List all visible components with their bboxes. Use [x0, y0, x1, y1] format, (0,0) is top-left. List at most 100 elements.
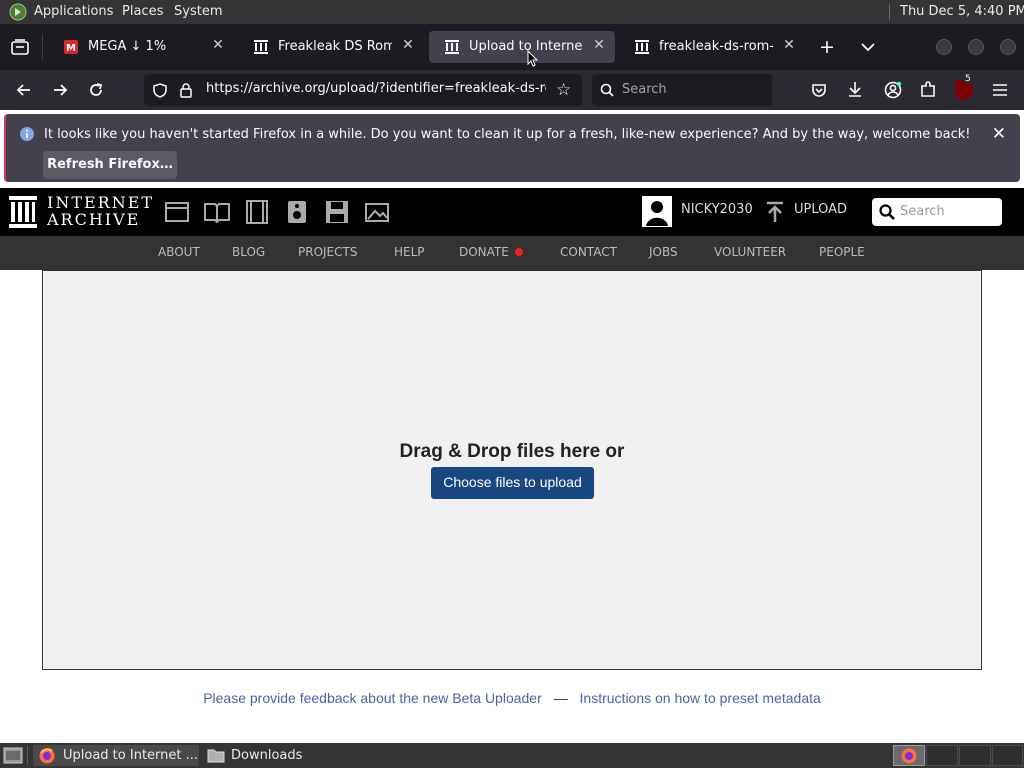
- nav-projects[interactable]: PROJECTS: [298, 245, 357, 259]
- archive-icon: [445, 40, 459, 54]
- tab-label: MEGA ↓ 1%: [88, 39, 167, 54]
- texts-media-icon[interactable]: [204, 201, 230, 223]
- nav-people[interactable]: PEOPLE: [819, 245, 865, 259]
- username[interactable]: NICKY2030: [681, 202, 753, 217]
- logo-line-internet: INTERNET: [47, 193, 155, 212]
- taskbar-label: Downloads: [231, 748, 303, 763]
- maximize-window-button[interactable]: [968, 39, 984, 55]
- choose-files-button[interactable]: Choose files to upload: [431, 467, 594, 499]
- preset-metadata-instructions-link[interactable]: Instructions on how to preset metadata: [580, 690, 821, 706]
- upload-drop-zone[interactable]: Drag & Drop files here or Choose files t…: [42, 270, 982, 670]
- nav-contact[interactable]: CONTACT: [560, 245, 617, 259]
- logo-line-archive: ARCHIVE: [47, 210, 141, 229]
- tracking-shield-icon[interactable]: [153, 83, 167, 98]
- forward-arrow-icon[interactable]: [52, 82, 68, 98]
- close-icon[interactable]: ✕: [781, 37, 797, 53]
- video-media-icon[interactable]: [245, 200, 269, 224]
- workspace-1[interactable]: [893, 745, 925, 766]
- software-media-icon[interactable]: [325, 200, 349, 224]
- nav-about[interactable]: ABOUT: [158, 245, 200, 259]
- user-avatar-icon[interactable]: [642, 196, 672, 227]
- tab-freakleak-item[interactable]: freakleak-ds-rom-coll ✕: [619, 31, 805, 63]
- new-tab-plus-icon[interactable]: +: [819, 38, 835, 57]
- web-media-icon[interactable]: [165, 201, 189, 223]
- url-text[interactable]: https://archive.org/upload/?identifier=f…: [206, 81, 546, 96]
- lock-icon[interactable]: [180, 83, 192, 98]
- bookmark-star-icon[interactable]: ☆: [556, 82, 571, 99]
- archive-icon: [635, 40, 649, 54]
- close-icon[interactable]: ✕: [591, 37, 607, 53]
- pocket-icon[interactable]: [811, 82, 827, 98]
- close-window-button[interactable]: [1000, 39, 1016, 55]
- taskbar-item-firefox[interactable]: Upload to Internet ...: [33, 745, 199, 766]
- tab-upload-active[interactable]: Upload to Internet Ar ✕: [429, 31, 615, 63]
- nav-blog[interactable]: BLOG: [232, 245, 265, 259]
- system-logo-icon[interactable]: [8, 3, 28, 21]
- downloads-icon[interactable]: [847, 81, 863, 98]
- refresh-firefox-button[interactable]: Refresh Firefox…: [43, 151, 177, 179]
- panel-separator: [889, 4, 890, 20]
- search-placeholder: Search: [622, 82, 667, 97]
- archive-icon: [254, 40, 268, 54]
- tab-strip: M MEGA ↓ 1% ✕ Freakleak DS Rom Col ✕ Upl…: [0, 24, 1024, 70]
- show-desktop-icon[interactable]: [3, 747, 23, 764]
- tab-freakleak-collection[interactable]: Freakleak DS Rom Col ✕: [238, 31, 424, 63]
- browser-search-input[interactable]: Search: [592, 74, 772, 106]
- images-media-icon[interactable]: [365, 201, 391, 223]
- taskbar-item-downloads[interactable]: Downloads: [203, 745, 343, 766]
- desktop-screen: Applications Places System Thu Dec 5, 4:…: [0, 0, 1024, 768]
- mouse-cursor-icon: [527, 50, 539, 67]
- close-icon[interactable]: ✕: [210, 37, 226, 53]
- drop-zone-prompt: Drag & Drop files here or: [399, 441, 625, 462]
- reload-icon[interactable]: [88, 82, 104, 98]
- site-header: INTERNET ARCHIVE NICKY2030 UPLOAD Search: [0, 188, 1024, 236]
- account-icon[interactable]: [884, 81, 902, 99]
- nav-help[interactable]: HELP: [394, 245, 425, 259]
- navigation-toolbar: https://archive.org/upload/?identifier=f…: [0, 70, 1024, 110]
- ublock-extension-icon[interactable]: 5: [955, 74, 973, 100]
- system-menu[interactable]: System: [174, 4, 222, 19]
- info-icon: [20, 127, 34, 141]
- audio-media-icon[interactable]: [287, 200, 307, 224]
- upload-arrow-icon[interactable]: [766, 201, 784, 223]
- nav-volunteer[interactable]: VOLUNTEER: [714, 245, 786, 259]
- site-logo-text[interactable]: INTERNET ARCHIVE: [47, 194, 154, 228]
- back-arrow-icon[interactable]: [16, 82, 32, 98]
- extensions-puzzle-icon[interactable]: [920, 81, 937, 98]
- search-icon: [879, 204, 895, 220]
- tab-label: freakleak-ds-rom-coll: [659, 39, 773, 54]
- workspace-4[interactable]: [992, 745, 1023, 766]
- firefox-icon: [39, 748, 55, 764]
- tab-divider: [42, 34, 43, 60]
- workspace-3[interactable]: [959, 745, 991, 766]
- mega-icon: M: [64, 40, 78, 54]
- folder-icon: [207, 749, 225, 763]
- applications-menu[interactable]: Applications: [34, 4, 113, 19]
- workspace-2[interactable]: [926, 745, 958, 766]
- close-icon[interactable]: ✕: [992, 124, 1006, 144]
- workspace-switcher[interactable]: [893, 745, 1023, 766]
- tab-list-chevron-icon[interactable]: [861, 42, 875, 52]
- nav-donate[interactable]: DONATE: [459, 245, 509, 259]
- hamburger-menu-icon[interactable]: [992, 83, 1008, 97]
- archive-logo-icon[interactable]: [9, 196, 37, 228]
- site-search-input[interactable]: Search: [872, 198, 1002, 226]
- clock[interactable]: Thu Dec 5, 4:40 PM: [900, 4, 1024, 19]
- tab-mega[interactable]: M MEGA ↓ 1% ✕: [48, 31, 234, 63]
- nav-jobs[interactable]: JOBS: [649, 245, 678, 259]
- search-icon: [600, 83, 614, 97]
- upload-link[interactable]: UPLOAD: [794, 202, 847, 217]
- ublock-badge-count: 5: [964, 74, 972, 84]
- site-nav: ABOUT BLOG PROJECTS HELP DONATE CONTACT …: [0, 236, 1024, 270]
- footer-separator: —: [553, 690, 568, 706]
- places-menu[interactable]: Places: [122, 4, 163, 19]
- uploader-footer: Please provide feedback about the new Be…: [0, 690, 1024, 706]
- svg-text:M: M: [66, 43, 76, 54]
- close-icon[interactable]: ✕: [400, 37, 416, 53]
- taskbar-label: Upload to Internet ...: [63, 748, 199, 763]
- url-bar[interactable]: https://archive.org/upload/?identifier=f…: [144, 74, 582, 106]
- minimize-window-button[interactable]: [936, 39, 952, 55]
- tab-overview-icon[interactable]: [11, 39, 29, 55]
- feedback-link[interactable]: Please provide feedback about the new Be…: [203, 690, 542, 706]
- taskbar-separator: [27, 746, 28, 765]
